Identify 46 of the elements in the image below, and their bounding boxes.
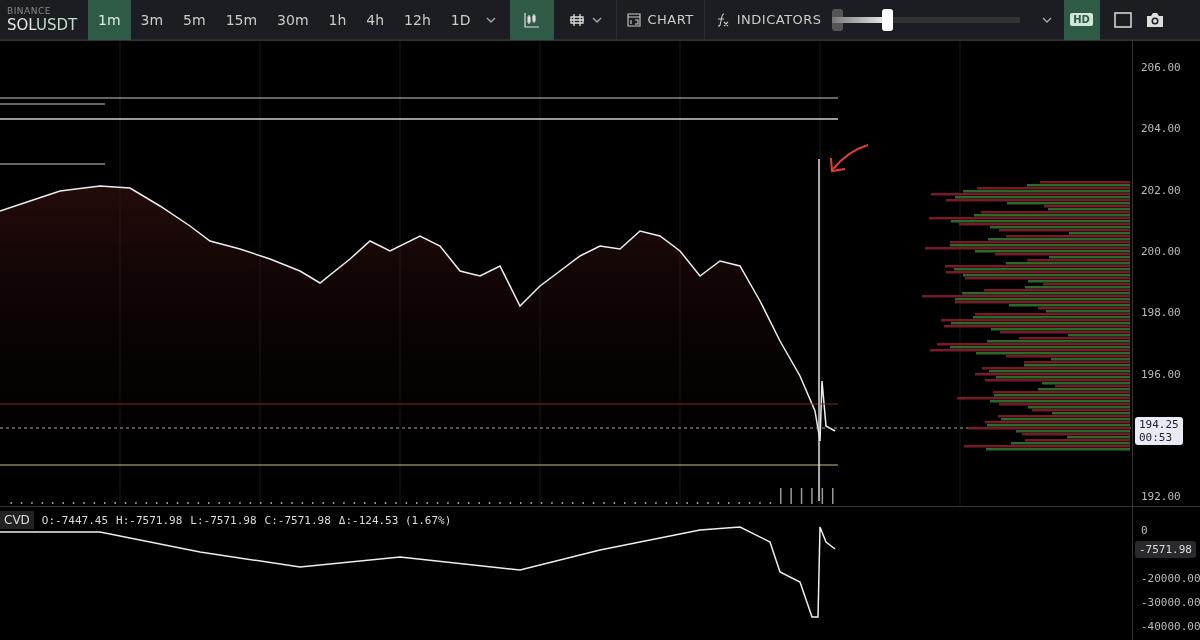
current-price: 194.25 [1139,418,1179,431]
timeframe-tab[interactable]: 15m [215,0,268,40]
hd-toggle[interactable]: HD [1063,0,1100,40]
base-symbol[interactable]: SOL [7,15,36,34]
indicators-button[interactable]: INDICATORS [703,0,832,40]
hd-label: HD [1070,13,1093,26]
timeframe-tab[interactable]: 5m [173,0,216,40]
timeframe-tab[interactable]: 4h [356,0,395,40]
timeframe-tab[interactable]: 12h [394,0,441,40]
axis-label: -40000.00 [1141,619,1200,633]
exchange-label: BINANCE [7,5,52,16]
slider-thumb[interactable] [882,8,893,31]
chevron-down-icon[interactable] [486,16,497,23]
indicator-stat: Δ:-124.53 (1.67%) [338,513,452,527]
timeframe-tab[interactable]: 1h [318,0,357,40]
current-cvd-tag: -7571.98 [1135,541,1196,558]
axis-label: 202.00 [1141,183,1181,197]
axis-label: 206.00 [1141,60,1181,74]
camera-icon[interactable] [1145,11,1164,28]
indicator-name[interactable]: CVD [0,511,34,529]
timeframe-tab[interactable]: 1m [88,0,131,40]
axis-label: -30000.00 [1141,595,1200,609]
axis-label: -20000.00 [1141,571,1200,585]
indicator-stat: L:-7571.98 [190,513,257,527]
axis-label: 198.00 [1141,305,1181,319]
axis-label: 204.00 [1141,121,1181,135]
axis-label: 196.00 [1141,367,1181,380]
indicator-stat: H:-7571.98 [116,513,183,527]
candlestick-button[interactable] [510,0,555,40]
annotation-arrow [830,144,869,173]
axis-label: 0 [1141,523,1148,537]
timeframe-tab[interactable]: 30m [267,0,319,40]
fullscreen-icon[interactable] [1113,11,1132,28]
chart-button[interactable]: CHART [616,0,704,40]
candlestick-icon [524,11,541,28]
indicator-stat: O:-7447.45 [41,513,109,527]
axis-label: 192.00 [1141,489,1181,503]
timeframe-tab[interactable]: 1D [440,0,481,40]
axis-label: 200.00 [1141,244,1181,258]
timeframe-tab[interactable]: 3m [130,0,174,40]
indicator-stat: C:-7571.98 [264,513,331,527]
chevron-down-icon[interactable] [1041,16,1052,23]
quote-symbol[interactable]: USDT [35,15,78,34]
candle-countdown: 00:53 [1139,431,1174,444]
chevron-down-icon[interactable] [592,16,603,23]
chart-calendar-icon [627,12,642,27]
